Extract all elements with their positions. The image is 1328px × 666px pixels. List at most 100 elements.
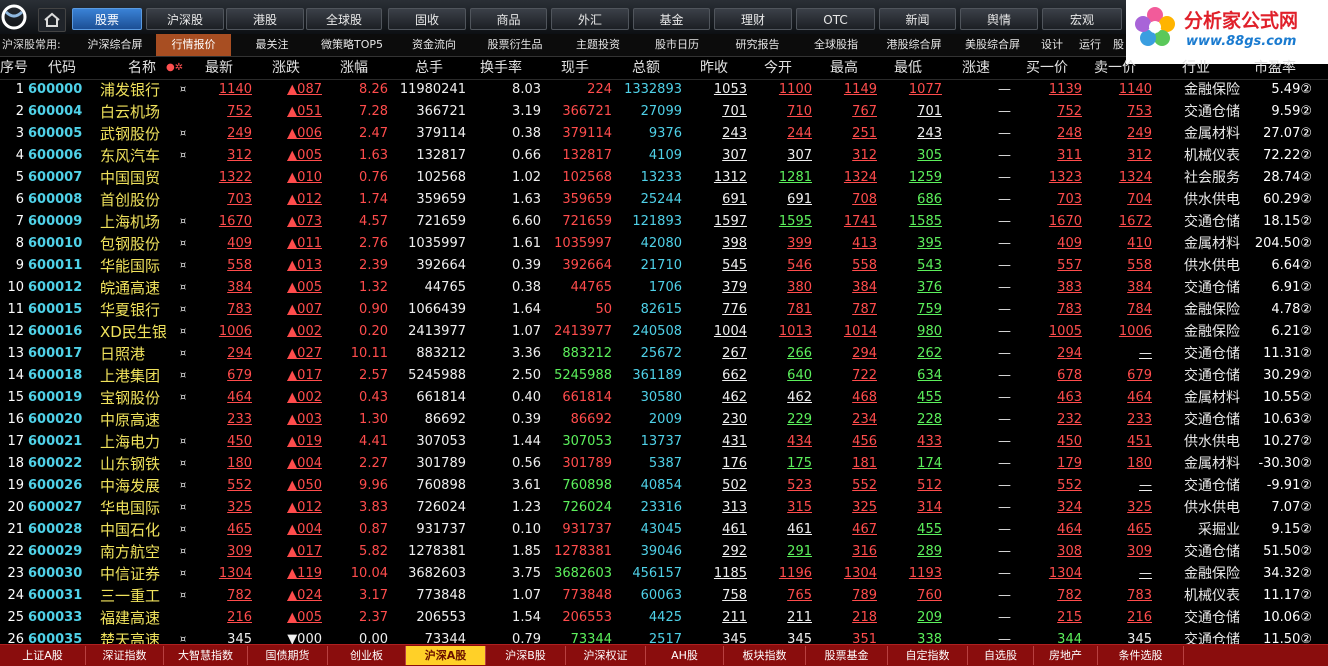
table-row[interactable]: 26 600035 楚天高速 ¤ 345 ▼000 0.00 73344 0.79 73344 25… [0, 629, 1328, 644]
home-button[interactable] [38, 8, 66, 32]
bottom-tab-12[interactable]: 自选股 [968, 646, 1034, 665]
table-row[interactable]: 7 600009 上海机场 ¤ 1670 ▲073 4.57 721659 6.60 721659… [0, 211, 1328, 233]
subnav-item-0[interactable]: 沪深综合屏 [78, 34, 152, 56]
table-row[interactable]: 2 600004 白云机场 752 ▲051 7.28 366721 3.19 366721 27… [0, 101, 1328, 123]
subnav-item-5[interactable]: 股票衍生品 [475, 34, 555, 56]
table-row[interactable]: 23 600030 中信证券 ¤ 1304 ▲119 10.04 3682603 3.75 368… [0, 563, 1328, 585]
nav-tab-6[interactable]: 外汇 [551, 8, 629, 30]
nav-tab-5[interactable]: 商品 [470, 8, 547, 30]
table-row[interactable]: 25 600033 福建高速 216 ▲005 2.37 206553 1.54 206553 4… [0, 607, 1328, 629]
nav-tab-4[interactable]: 固收 [388, 8, 466, 30]
bottom-tab-10[interactable]: 股票基金 [806, 646, 888, 665]
subnav-item-10[interactable]: 港股综合屏 [878, 34, 950, 56]
nav-tab-9[interactable]: OTC [796, 8, 875, 30]
table-row[interactable]: 13 600017 日照港 ¤ 294 ▲027 10.11 883212 3.36 883212… [0, 343, 1328, 365]
table-row[interactable]: 9 600011 华能国际 ¤ 558 ▲013 2.39 392664 0.39 392664 2… [0, 255, 1328, 277]
subnav-item-1[interactable]: 行情报价 [156, 34, 231, 56]
nav-tab-2[interactable]: 港股 [226, 8, 304, 30]
cell-volume: 366721 [416, 104, 466, 119]
cell-name: 三一重工 [100, 587, 161, 605]
column-header-18[interactable]: 市盈率 [1254, 57, 1296, 79]
column-header-2[interactable]: 名称 [128, 57, 156, 79]
subnav-item-2[interactable]: 最关注 [237, 34, 307, 56]
column-header-17[interactable]: 行业 [1182, 57, 1210, 79]
subnav-item-6[interactable]: 主题投资 [561, 34, 635, 56]
table-row[interactable]: 15 600019 宝钢股份 ¤ 464 ▲002 0.43 661814 0.40 661814… [0, 387, 1328, 409]
nav-tab-0[interactable]: 股票 [72, 8, 142, 30]
cell-bid: 1304 [1048, 566, 1082, 581]
column-header-5[interactable]: 涨幅 [340, 57, 368, 79]
bottom-tab-6[interactable]: 沪深B股 [486, 646, 566, 665]
bottom-tab-1[interactable]: 深证指数 [86, 646, 164, 665]
bottom-tab-3[interactable]: 国债期货 [248, 646, 328, 665]
column-header-15[interactable]: 买一价 [1026, 57, 1068, 79]
table-row[interactable]: 20 600027 华电国际 ¤ 325 ▲012 3.83 726024 1.23 726024… [0, 497, 1328, 519]
nav-tab-12[interactable]: 宏观 [1042, 8, 1122, 30]
bottom-tab-14[interactable]: 条件选股 [1098, 646, 1184, 665]
bottom-tab-2[interactable]: 大智慧指数 [164, 646, 248, 665]
cell-seq: 26 [7, 632, 24, 644]
nav-tab-1[interactable]: 沪深股 [146, 8, 224, 30]
column-header-8[interactable]: 现手 [561, 57, 589, 79]
table-row[interactable]: 19 600026 中海发展 ¤ 552 ▲050 9.96 760898 3.61 760898… [0, 475, 1328, 497]
table-row[interactable]: 12 600016 XD民生银 ¤ 1006 ▲002 0.20 2413977 1.07 241… [0, 321, 1328, 343]
table-row[interactable]: 18 600022 山东钢铁 ¤ 180 ▲004 2.27 301789 0.56 301789… [0, 453, 1328, 475]
column-header-14[interactable]: 涨速 [962, 57, 990, 79]
column-header-9[interactable]: 总额 [632, 57, 660, 79]
subnav-item-3[interactable]: 微策略TOP5 [312, 34, 392, 56]
bottom-tab-0[interactable]: 上证A股 [0, 646, 86, 665]
subnav-item-7[interactable]: 股市日历 [641, 34, 713, 56]
subnav-item-11[interactable]: 美股综合屏 [955, 34, 1030, 56]
column-header-11[interactable]: 今开 [764, 57, 792, 79]
column-header-0[interactable]: 序号 [0, 57, 28, 79]
table-row[interactable]: 5 600007 中国国贸 1322 ▲010 0.76 102568 1.02 102568 1… [0, 167, 1328, 189]
bottom-tab-11[interactable]: 自定指数 [888, 646, 968, 665]
column-header-10[interactable]: 昨收 [700, 57, 728, 79]
table-row[interactable]: 11 600015 华夏银行 ¤ 783 ▲007 0.90 1066439 1.64 50 826… [0, 299, 1328, 321]
table-row[interactable]: 17 600021 上海电力 ¤ 450 ▲019 4.41 307053 1.44 307053… [0, 431, 1328, 453]
nav-tab-3[interactable]: 全球股 [306, 8, 382, 30]
table-row[interactable]: 8 600010 包钢股份 ¤ 409 ▲011 2.76 1035997 1.61 103599… [0, 233, 1328, 255]
table-row[interactable]: 6 600008 首创股份 703 ▲012 1.74 359659 1.63 359659 25… [0, 189, 1328, 211]
cell-high: 552 [852, 478, 877, 493]
subnav-item-4[interactable]: 资金流向 [398, 34, 470, 56]
subnav-item-13[interactable]: 运行 [1072, 34, 1108, 56]
nav-tab-7[interactable]: 基金 [633, 8, 710, 30]
nav-tab-8[interactable]: 理财 [714, 8, 792, 30]
table-row[interactable]: 24 600031 三一重工 ¤ 782 ▲024 3.17 773848 1.07 773848… [0, 585, 1328, 607]
cell-change: ▲005 [287, 610, 322, 625]
bottom-tab-13[interactable]: 房地产 [1034, 646, 1098, 665]
column-header-4[interactable]: 涨跌 [272, 57, 300, 79]
column-header-7[interactable]: 换手率 [480, 57, 522, 79]
column-header-3[interactable]: 最新 [205, 57, 233, 79]
table-row[interactable]: 14 600018 上港集团 ¤ 679 ▲017 2.57 5245988 2.50 52459… [0, 365, 1328, 387]
table-row[interactable]: 21 600028 中国石化 ¤ 465 ▲004 0.87 931737 0.10 931737… [0, 519, 1328, 541]
table-row[interactable]: 4 600006 东风汽车 ¤ 312 ▲005 1.63 132817 0.66 132817 4… [0, 145, 1328, 167]
table-row[interactable]: 10 600012 皖通高速 ¤ 384 ▲005 1.32 44765 0.38 44765 17… [0, 277, 1328, 299]
bottom-tab-5[interactable]: 沪深A股 [406, 646, 486, 665]
bottom-tab-7[interactable]: 沪深权证 [566, 646, 646, 665]
bottom-tab-8[interactable]: AH股 [646, 646, 724, 665]
column-header-13[interactable]: 最低 [894, 57, 922, 79]
column-header-1[interactable]: 代码 [48, 57, 76, 79]
nav-tab-10[interactable]: 新闻 [879, 8, 956, 30]
column-header-16[interactable]: 卖一价 [1094, 57, 1136, 79]
table-row[interactable]: 1 600000 浦发银行 ¤ 1140 ▲087 8.26 11980241 8.03 224 1… [0, 79, 1328, 101]
table-row[interactable]: 16 600020 中原高速 233 ▲003 1.30 86692 0.39 86692 200… [0, 409, 1328, 431]
subnav-item-8[interactable]: 研究报告 [721, 34, 794, 56]
column-header-6[interactable]: 总手 [415, 57, 443, 79]
bottom-tab-4[interactable]: 创业板 [328, 646, 406, 665]
brand-url[interactable]: www.88gs.com [1186, 34, 1296, 49]
nav-tab-11[interactable]: 舆情 [960, 8, 1038, 30]
subnav-item-12[interactable]: 设计 [1036, 34, 1068, 56]
table-row[interactable]: 22 600029 南方航空 ¤ 309 ▲017 5.82 1278381 1.85 12783… [0, 541, 1328, 563]
subnav-item-9[interactable]: 全球股指 [800, 34, 872, 56]
cell-ask: 1006 [1118, 324, 1152, 339]
table-row[interactable]: 3 600005 武钢股份 ¤ 249 ▲006 2.47 379114 0.38 379114 9… [0, 123, 1328, 145]
cell-pct: 7.28 [359, 104, 388, 119]
cell-high: 413 [852, 236, 877, 251]
subnav-item-14[interactable]: 股 [1111, 34, 1126, 56]
cell-industry: 金属材料 [1184, 126, 1240, 142]
bottom-tab-9[interactable]: 板块指数 [724, 646, 806, 665]
column-header-12[interactable]: 最高 [830, 57, 858, 79]
